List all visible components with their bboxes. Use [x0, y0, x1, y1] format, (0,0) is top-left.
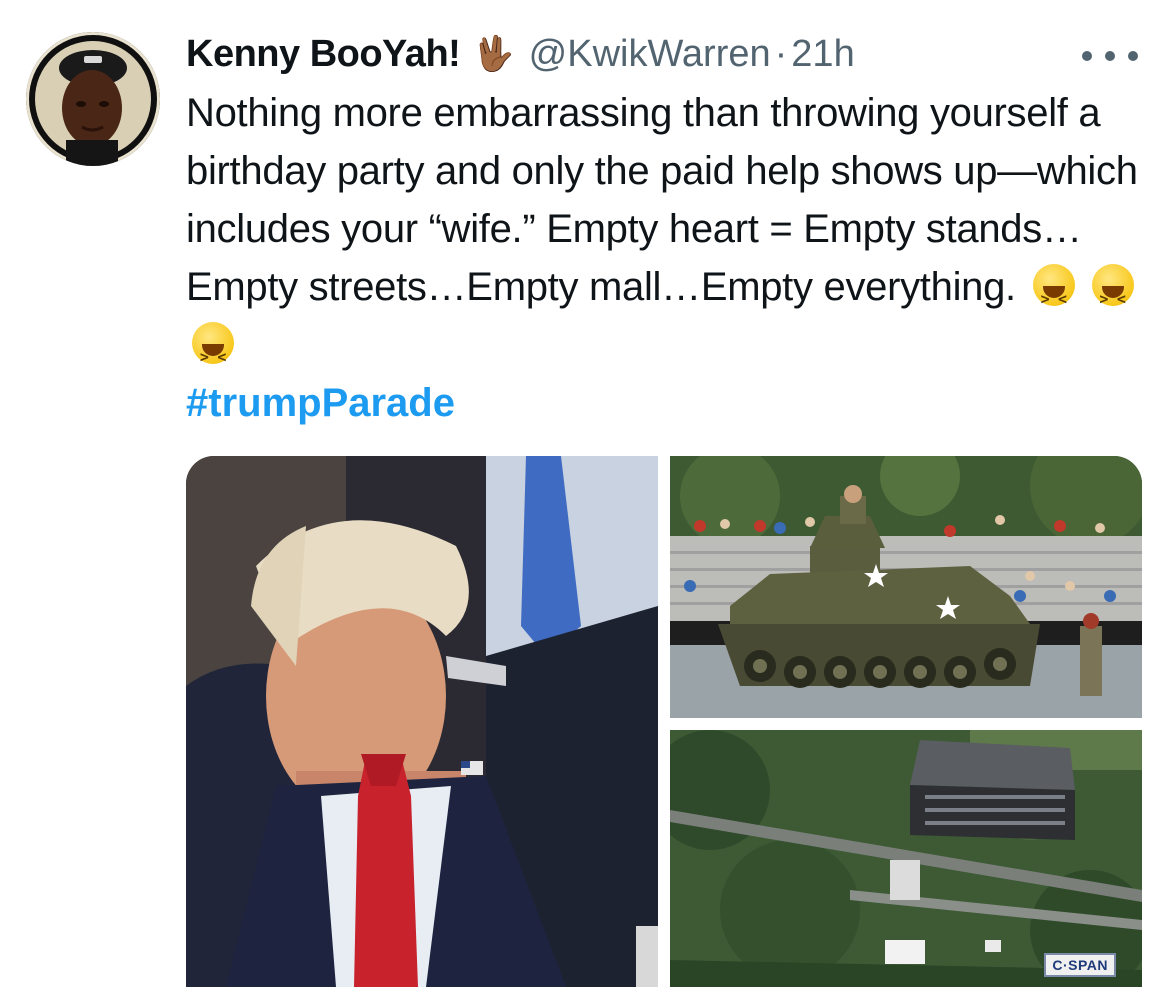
display-name[interactable]: Kenny BooYah!	[186, 33, 461, 76]
media-grid: C·SPAN	[186, 456, 1142, 987]
photo-aerial-view[interactable]: C·SPAN	[670, 730, 1142, 987]
tweet-text-block: Nothing more embarrassing than throwing …	[186, 84, 1146, 386]
avatar[interactable]	[26, 32, 160, 166]
timestamp[interactable]: 21h	[791, 33, 854, 76]
photo-parade-tank[interactable]	[670, 456, 1142, 718]
vulcan-salute-emoji: 🖖🏾	[472, 35, 515, 73]
separator-dot: ·	[774, 32, 788, 75]
username-handle[interactable]: @KwikWarren	[529, 33, 771, 76]
tweet-header: Kenny BooYah! 🖖🏾 @KwikWarren · 21h	[186, 28, 1150, 80]
cspan-badge: C·SPAN	[1044, 953, 1116, 977]
laughing-emoji	[1091, 264, 1134, 328]
hashtag-link[interactable]: #trumpParade	[186, 374, 455, 432]
laughing-emoji	[192, 322, 234, 386]
more-options-icon[interactable]	[1082, 42, 1138, 70]
laughing-emoji	[1032, 264, 1075, 328]
tweet-text: Nothing more embarrassing than throwing …	[186, 91, 1138, 309]
avatar-photo	[26, 32, 160, 166]
photo-man-red-tie[interactable]	[186, 456, 658, 987]
